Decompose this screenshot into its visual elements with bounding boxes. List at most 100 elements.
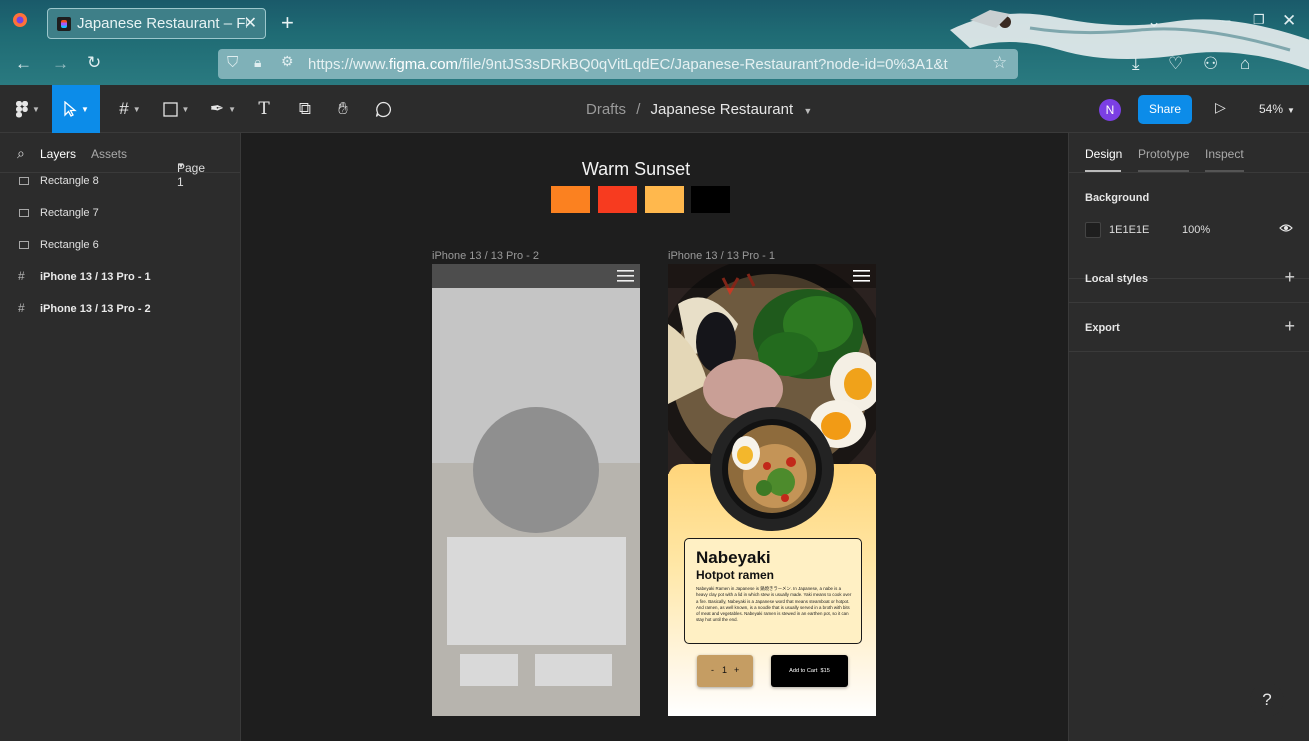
quantity-decrease-button[interactable]: - bbox=[711, 665, 714, 675]
color-swatch-black[interactable] bbox=[691, 186, 730, 213]
lock-icon[interactable]: 🔒︎ bbox=[254, 54, 261, 71]
design-canvas[interactable]: Warm Sunset iPhone 13 / 13 Pro - 2 iPhon… bbox=[241, 133, 1068, 741]
figma-favicon-icon bbox=[57, 17, 71, 31]
layer-label: Rectangle 8 bbox=[40, 175, 99, 187]
move-tool-icon[interactable]: ▼ bbox=[52, 85, 100, 133]
restore-icon[interactable]: ❐ bbox=[1253, 12, 1265, 28]
close-tab-icon[interactable]: ✕ bbox=[244, 13, 257, 33]
layers-panel: ⌕ Layers Assets Page 1 ▼ Rectangle 8 Rec… bbox=[0, 133, 241, 741]
background-hex-input[interactable]: 1E1E1E bbox=[1109, 224, 1149, 236]
zoom-menu[interactable]: 54% ▼ bbox=[1259, 102, 1295, 116]
url-text[interactable]: https://www.figma.com/file/9ntJS3sDRkBQ0… bbox=[308, 56, 998, 73]
bookmark-star-icon[interactable]: ☆ bbox=[992, 53, 1007, 73]
tab-layers[interactable]: Layers bbox=[40, 147, 76, 161]
extension-icon[interactable]: ⚇ bbox=[1203, 54, 1218, 74]
rectangle-icon bbox=[19, 177, 29, 185]
layer-label: Rectangle 6 bbox=[40, 239, 99, 251]
background-opacity-input[interactable]: 100% bbox=[1182, 224, 1210, 236]
zoom-level: 54% bbox=[1259, 102, 1284, 116]
add-export-plus-icon[interactable]: + bbox=[1284, 316, 1295, 337]
layer-item-iphone-frame-2[interactable]: # iPhone 13 / 13 Pro - 2 bbox=[0, 293, 240, 325]
color-swatch-orange[interactable] bbox=[551, 186, 590, 213]
color-swatch-amber[interactable] bbox=[645, 186, 684, 213]
breadcrumb-separator: / bbox=[636, 101, 641, 118]
shape-tool-icon[interactable]: ▼ bbox=[156, 85, 196, 133]
frame1-label[interactable]: iPhone 13 / 13 Pro - 1 bbox=[668, 250, 775, 262]
browser-chrome: Japanese Restaurant – Fi ✕ + ⌄ – ❐ ✕ ← →… bbox=[0, 0, 1309, 85]
hand-tool-icon[interactable]: ✋︎ bbox=[323, 85, 363, 133]
tab-list-icon[interactable]: ⌄ bbox=[1147, 12, 1161, 32]
file-name[interactable]: Japanese Restaurant bbox=[651, 101, 794, 118]
forward-icon[interactable]: → bbox=[52, 54, 69, 74]
frame-icon: # bbox=[18, 269, 25, 283]
main-menu-icon[interactable]: ▼ bbox=[8, 85, 48, 133]
background-heading: Background bbox=[1085, 192, 1150, 204]
extensions-menu-icon[interactable]: ⌂ bbox=[1240, 54, 1250, 74]
minimize-icon[interactable]: – bbox=[1222, 12, 1230, 29]
hamburger-menu-icon[interactable] bbox=[853, 269, 870, 283]
layer-label: iPhone 13 / 13 Pro - 2 bbox=[40, 303, 151, 315]
ramen-bowl-image bbox=[710, 407, 834, 531]
iphone-frame-1[interactable]: Nabeyaki Hotpot ramen Nabeyaki Ramen in … bbox=[668, 264, 876, 716]
dish-name: Nabeyaki bbox=[696, 548, 771, 567]
address-bar[interactable]: ⛉ 🔒︎ ⚙ https://www.figma.com/file/9ntJS3… bbox=[218, 49, 1018, 79]
breadcrumb-drafts[interactable]: Drafts bbox=[586, 101, 626, 118]
iphone-frame-2[interactable] bbox=[432, 264, 640, 716]
palette-title: Warm Sunset bbox=[581, 159, 691, 179]
download-icon[interactable]: ⤓ bbox=[1132, 54, 1140, 74]
export-heading: Export bbox=[1085, 322, 1120, 334]
properties-panel: Design Prototype Inspect Background 1E1E… bbox=[1068, 133, 1309, 741]
present-play-icon[interactable]: ▷ bbox=[1215, 99, 1226, 116]
window-close-icon[interactable]: ✕ bbox=[1282, 11, 1296, 31]
tab-indicator-prototype bbox=[1138, 170, 1189, 172]
comment-tool-icon[interactable] bbox=[363, 85, 403, 133]
shield-icon[interactable]: ⛉ bbox=[227, 54, 238, 71]
reload-icon[interactable]: ↻ bbox=[87, 53, 101, 73]
layer-item-iphone-frame-1[interactable]: # iPhone 13 / 13 Pro - 1 bbox=[0, 261, 240, 293]
breadcrumb: Drafts / Japanese Restaurant ▼ bbox=[586, 101, 812, 118]
local-styles-heading: Local styles bbox=[1085, 273, 1148, 285]
header-bar bbox=[668, 264, 876, 288]
permissions-icon[interactable]: ⚙ bbox=[281, 53, 294, 70]
file-menu-chevron-icon[interactable]: ▼ bbox=[803, 106, 812, 116]
tab-prototype[interactable]: Prototype bbox=[1138, 147, 1189, 161]
quantity-value: 1 bbox=[722, 665, 728, 675]
visibility-eye-icon[interactable] bbox=[1279, 221, 1293, 240]
resources-icon[interactable]: ⧉ bbox=[285, 85, 325, 133]
frame-tool-icon[interactable]: # ▼ bbox=[110, 85, 150, 133]
layer-item-rectangle-6[interactable]: Rectangle 6 bbox=[0, 229, 240, 261]
tab-indicator-inspect bbox=[1205, 170, 1244, 172]
frame2-label[interactable]: iPhone 13 / 13 Pro - 2 bbox=[432, 250, 539, 262]
quantity-increase-button[interactable]: + bbox=[734, 665, 739, 675]
share-button[interactable]: Share bbox=[1138, 95, 1192, 124]
new-tab-icon[interactable]: + bbox=[281, 10, 294, 36]
tab-design[interactable]: Design bbox=[1085, 147, 1122, 161]
avatar[interactable]: N bbox=[1099, 99, 1121, 121]
help-button[interactable]: ? bbox=[1250, 683, 1284, 717]
add-to-cart-button[interactable]: Add to Cart $15 bbox=[771, 655, 848, 687]
hamburger-menu-icon[interactable] bbox=[617, 269, 634, 283]
tab-inspect[interactable]: Inspect bbox=[1205, 147, 1244, 161]
text-tool-icon[interactable]: T bbox=[244, 85, 284, 133]
dish-subtitle: Hotpot ramen bbox=[696, 568, 774, 582]
pen-tool-icon[interactable]: ✒ ▼ bbox=[203, 85, 243, 133]
search-icon[interactable]: ⌕ bbox=[17, 145, 25, 162]
layer-item-rectangle-7[interactable]: Rectangle 7 bbox=[0, 197, 240, 229]
export-section: Export + bbox=[1069, 303, 1309, 352]
browser-tab[interactable]: Japanese Restaurant – Fi ✕ bbox=[47, 8, 266, 39]
rectangle-icon bbox=[19, 241, 29, 249]
pocket-icon[interactable]: ♡ bbox=[1168, 54, 1183, 74]
quantity-stepper[interactable]: - 1 + bbox=[697, 655, 753, 687]
firefox-icon[interactable] bbox=[12, 12, 28, 33]
background-color-chip[interactable] bbox=[1085, 222, 1101, 238]
color-swatch-red[interactable] bbox=[598, 186, 637, 213]
tab-assets[interactable]: Assets bbox=[91, 147, 127, 161]
wireframe-header bbox=[432, 264, 640, 288]
back-icon[interactable]: ← bbox=[15, 54, 32, 74]
wireframe-button-left bbox=[460, 654, 518, 686]
add-style-plus-icon[interactable]: + bbox=[1284, 267, 1295, 288]
layer-item-rectangle-8[interactable]: Rectangle 8 bbox=[0, 165, 240, 197]
right-panel-tabs: Design Prototype Inspect bbox=[1069, 133, 1309, 173]
frame-icon: # bbox=[18, 301, 25, 315]
rectangle-icon bbox=[19, 209, 29, 217]
